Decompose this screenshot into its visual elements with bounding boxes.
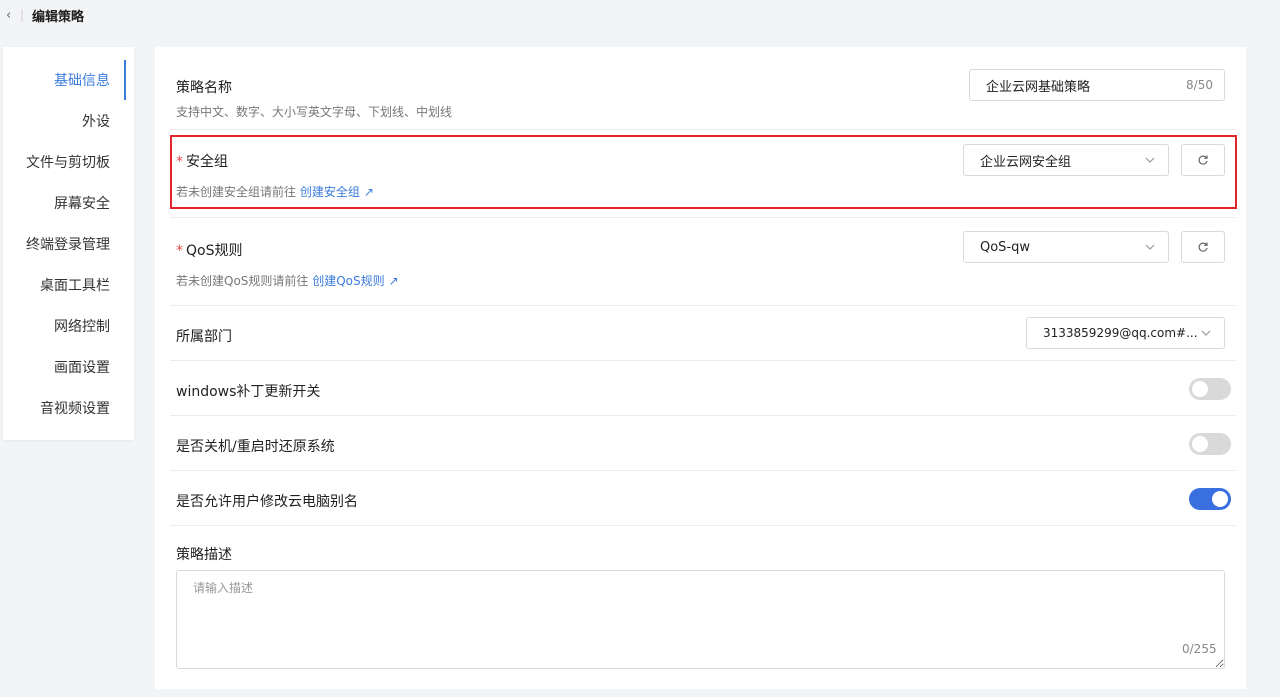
- qos-select[interactable]: QoS-qw: [963, 231, 1169, 263]
- required-mark: *: [176, 154, 183, 170]
- qos-hint: 若未创建QoS规则请前往 创建QoS规则 ↗: [176, 272, 399, 289]
- chevron-down-icon: [1145, 244, 1155, 250]
- windows-patch-toggle[interactable]: [1189, 378, 1231, 400]
- policy-name-value: 企业云网基础策略: [986, 79, 1091, 95]
- qos-value: QoS-qw: [980, 239, 1031, 255]
- restore-system-toggle[interactable]: [1189, 433, 1231, 455]
- refresh-icon: [1198, 242, 1208, 252]
- security-group-hint: 若未创建安全组请前往 创建安全组 ↗: [176, 183, 374, 200]
- windows-patch-row: windows补丁更新开关: [170, 361, 1236, 416]
- department-select[interactable]: 3133859299@qq.com#...: [1026, 317, 1225, 349]
- chevron-down-icon: [1201, 330, 1211, 336]
- refresh-security-group-button[interactable]: [1181, 144, 1225, 176]
- allow-rename-label: 是否允许用户修改云电脑别名: [176, 494, 358, 510]
- page-header: ‹ | 编辑策略: [0, 0, 1280, 30]
- department-row: 所属部门 3133859299@qq.com#...: [170, 306, 1236, 361]
- sidebar-item-terminal-login[interactable]: 终端登录管理: [13, 224, 126, 264]
- security-group-row: * 安全组 若未创建安全组请前往 创建安全组 ↗ 企业云网安全组: [170, 130, 1236, 218]
- sidebar-item-peripherals[interactable]: 外设: [13, 101, 126, 141]
- qos-label: * QoS规则: [176, 240, 242, 260]
- sidebar-item-audio-video[interactable]: 音视频设置: [13, 388, 126, 428]
- create-security-group-link[interactable]: 创建安全组: [300, 185, 360, 199]
- department-label: 所属部门: [176, 329, 232, 345]
- chevron-down-icon: [1145, 157, 1155, 163]
- refresh-qos-button[interactable]: [1181, 231, 1225, 263]
- toggle-knob: [1192, 381, 1208, 397]
- policy-name-hint: 支持中文、数字、大小写英文字母、下划线、中划线: [176, 105, 453, 119]
- sidebar-item-network-control[interactable]: 网络控制: [13, 306, 126, 346]
- security-group-hint-text: 若未创建安全组请前往: [176, 185, 297, 199]
- settings-sidebar: 基础信息 外设 文件与剪切板 屏幕安全 终端登录管理 桌面工具栏 网络控制 画面…: [3, 47, 134, 440]
- policy-name-row: 策略名称 支持中文、数字、大小写英文字母、下划线、中划线 企业云网基础策略 8/…: [170, 47, 1236, 130]
- qos-label-text: QoS规则: [186, 243, 243, 259]
- security-group-value: 企业云网安全组: [980, 154, 1072, 170]
- external-link-icon[interactable]: ↗: [364, 185, 374, 199]
- restore-system-label: 是否关机/重启时还原系统: [176, 439, 335, 455]
- windows-patch-label: windows补丁更新开关: [176, 384, 321, 400]
- sidebar-item-basic-info[interactable]: 基础信息: [13, 60, 126, 100]
- department-value: 3133859299@qq.com#...: [1043, 326, 1198, 340]
- header-separator: |: [20, 8, 25, 22]
- qos-row: * QoS规则 若未创建QoS规则请前往 创建QoS规则 ↗ QoS-qw: [170, 218, 1236, 306]
- security-group-label: * 安全组: [176, 151, 228, 171]
- policy-name-count: 8/50: [1186, 78, 1213, 92]
- sidebar-item-desktop-toolbar[interactable]: 桌面工具栏: [13, 265, 126, 305]
- toggle-knob: [1212, 491, 1228, 507]
- sidebar-item-display-settings[interactable]: 画面设置: [13, 347, 126, 387]
- refresh-icon: [1198, 155, 1208, 165]
- description-textarea[interactable]: [176, 570, 1225, 669]
- required-mark: *: [176, 243, 183, 259]
- security-group-select[interactable]: 企业云网安全组: [963, 144, 1169, 176]
- description-count: 0/255: [1182, 642, 1217, 656]
- toggle-knob: [1192, 436, 1208, 452]
- sidebar-item-screen-security[interactable]: 屏幕安全: [13, 183, 126, 223]
- create-qos-link[interactable]: 创建QoS规则: [312, 274, 384, 288]
- policy-name-input[interactable]: 企业云网基础策略 8/50: [969, 69, 1225, 101]
- policy-name-label: 策略名称: [176, 80, 232, 96]
- restore-system-row: 是否关机/重启时还原系统: [170, 416, 1236, 471]
- security-group-label-text: 安全组: [186, 154, 228, 170]
- allow-rename-toggle[interactable]: [1189, 488, 1231, 510]
- description-label: 策略描述: [176, 547, 232, 563]
- page-title: 编辑策略: [32, 9, 85, 25]
- sidebar-item-file-clipboard[interactable]: 文件与剪切板: [13, 142, 126, 182]
- external-link-icon[interactable]: ↗: [389, 274, 399, 288]
- allow-rename-row: 是否允许用户修改云电脑别名: [170, 471, 1236, 526]
- qos-hint-text: 若未创建QoS规则请前往: [176, 274, 309, 288]
- back-chevron-icon[interactable]: ‹: [6, 8, 18, 23]
